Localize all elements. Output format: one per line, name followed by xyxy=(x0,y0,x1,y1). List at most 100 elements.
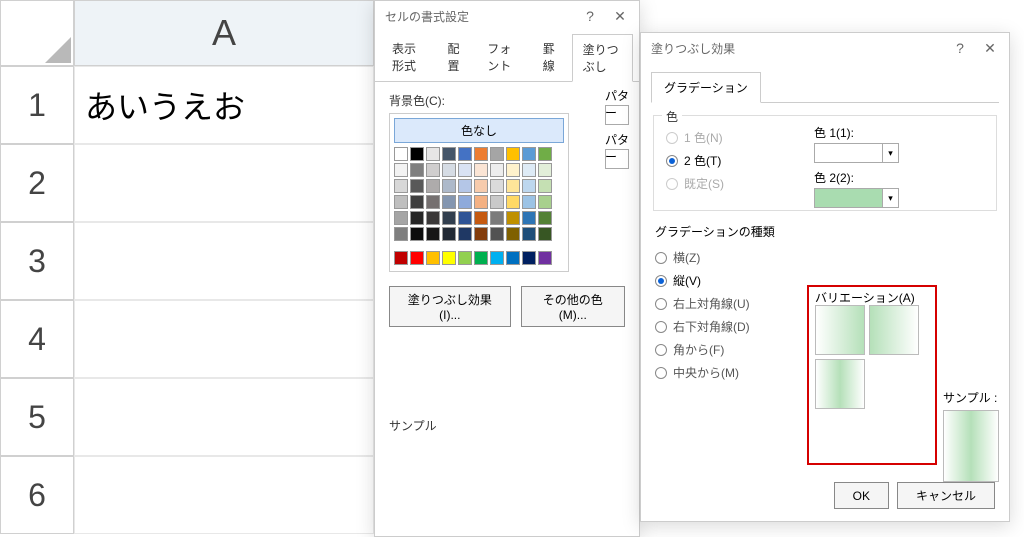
color-swatch[interactable] xyxy=(538,227,552,241)
color-swatch[interactable] xyxy=(426,227,440,241)
tab-align[interactable]: 配置 xyxy=(437,33,475,81)
color-swatch[interactable] xyxy=(506,195,520,209)
color-swatch[interactable] xyxy=(490,251,504,265)
color-swatch[interactable] xyxy=(490,211,504,225)
color-swatch[interactable] xyxy=(426,195,440,209)
color-swatch[interactable] xyxy=(426,147,440,161)
color-swatch[interactable] xyxy=(506,227,520,241)
color-swatch[interactable] xyxy=(490,179,504,193)
more-colors-button[interactable]: その他の色(M)... xyxy=(521,286,625,327)
cell-a2[interactable] xyxy=(74,144,374,222)
tab-font[interactable]: フォント xyxy=(476,33,530,81)
color-swatch[interactable] xyxy=(410,179,424,193)
color-swatch[interactable] xyxy=(394,163,408,177)
cell-a6[interactable] xyxy=(74,456,374,534)
color-swatch[interactable] xyxy=(394,195,408,209)
close-icon[interactable]: ✕ xyxy=(607,5,633,27)
close-icon[interactable]: ✕ xyxy=(977,37,1003,59)
color-swatch[interactable] xyxy=(442,251,456,265)
color-swatch[interactable] xyxy=(410,211,424,225)
color-swatch[interactable] xyxy=(458,195,472,209)
color-swatch[interactable] xyxy=(458,147,472,161)
color-swatch[interactable] xyxy=(426,163,440,177)
tab-number[interactable]: 表示形式 xyxy=(381,33,435,81)
color-swatch[interactable] xyxy=(506,163,520,177)
color-swatch[interactable] xyxy=(538,211,552,225)
color-swatch[interactable] xyxy=(538,179,552,193)
color-swatch[interactable] xyxy=(522,211,536,225)
color-swatch[interactable] xyxy=(458,179,472,193)
tab-fill[interactable]: 塗りつぶし xyxy=(572,34,633,82)
radio-gradient-type[interactable]: 横(Z) xyxy=(655,246,995,269)
color-swatch[interactable] xyxy=(410,195,424,209)
cell-a5[interactable] xyxy=(74,378,374,456)
color-swatch[interactable] xyxy=(442,147,456,161)
row-header-2[interactable]: 2 xyxy=(0,144,74,222)
color-swatch[interactable] xyxy=(490,195,504,209)
color-swatch[interactable] xyxy=(394,211,408,225)
no-color-button[interactable]: 色なし xyxy=(394,118,564,143)
cancel-button[interactable]: キャンセル xyxy=(897,482,995,509)
color-swatch[interactable] xyxy=(410,251,424,265)
color-swatch[interactable] xyxy=(410,147,424,161)
column-header-a[interactable]: A xyxy=(74,0,374,66)
tab-border[interactable]: 罫線 xyxy=(532,33,570,81)
color-swatch[interactable] xyxy=(474,195,488,209)
color-swatch[interactable] xyxy=(522,195,536,209)
fill-effects-button[interactable]: 塗りつぶし効果(I)... xyxy=(389,286,511,327)
ok-button[interactable]: OK xyxy=(834,482,889,509)
color-swatch[interactable] xyxy=(506,251,520,265)
color-swatch[interactable] xyxy=(458,227,472,241)
color-swatch[interactable] xyxy=(442,163,456,177)
color-swatch[interactable] xyxy=(410,163,424,177)
tab-gradient[interactable]: グラデーション xyxy=(651,72,761,103)
color-swatch[interactable] xyxy=(426,251,440,265)
cell-a4[interactable] xyxy=(74,300,374,378)
row-header-5[interactable]: 5 xyxy=(0,378,74,456)
pattern-style-dropdown[interactable] xyxy=(605,149,629,169)
color-swatch[interactable] xyxy=(458,163,472,177)
color-swatch[interactable] xyxy=(506,147,520,161)
color-swatch[interactable] xyxy=(394,179,408,193)
color1-dropdown[interactable]: ▾ xyxy=(814,143,899,163)
color-swatch[interactable] xyxy=(538,163,552,177)
variation-1[interactable] xyxy=(815,305,865,355)
cell-a3[interactable] xyxy=(74,222,374,300)
color-swatch[interactable] xyxy=(506,211,520,225)
variation-2[interactable] xyxy=(869,305,919,355)
color-swatch[interactable] xyxy=(394,227,408,241)
help-button[interactable]: ? xyxy=(947,37,973,59)
pattern-color-dropdown[interactable] xyxy=(605,105,629,125)
row-header-6[interactable]: 6 xyxy=(0,456,74,534)
color-swatch[interactable] xyxy=(506,179,520,193)
color-swatch[interactable] xyxy=(458,251,472,265)
select-all-triangle[interactable] xyxy=(0,0,74,66)
color-swatch[interactable] xyxy=(426,179,440,193)
color-swatch[interactable] xyxy=(442,211,456,225)
color-swatch[interactable] xyxy=(474,211,488,225)
color-swatch[interactable] xyxy=(538,195,552,209)
color-swatch[interactable] xyxy=(442,195,456,209)
color-swatch[interactable] xyxy=(410,227,424,241)
row-header-4[interactable]: 4 xyxy=(0,300,74,378)
color-swatch[interactable] xyxy=(522,179,536,193)
row-header-1[interactable]: 1 xyxy=(0,66,74,144)
color-swatch[interactable] xyxy=(394,251,408,265)
color-swatch[interactable] xyxy=(394,147,408,161)
color-swatch[interactable] xyxy=(442,179,456,193)
color-swatch[interactable] xyxy=(490,147,504,161)
color-swatch[interactable] xyxy=(490,227,504,241)
help-button[interactable]: ? xyxy=(577,5,603,27)
color2-dropdown[interactable]: ▾ xyxy=(814,188,899,208)
color-swatch[interactable] xyxy=(474,251,488,265)
cell-a1[interactable]: あいうえお xyxy=(74,66,374,144)
color-swatch[interactable] xyxy=(522,163,536,177)
color-swatch[interactable] xyxy=(458,211,472,225)
color-swatch[interactable] xyxy=(474,227,488,241)
color-swatch[interactable] xyxy=(474,147,488,161)
color-swatch[interactable] xyxy=(474,179,488,193)
color-swatch[interactable] xyxy=(538,147,552,161)
color-swatch[interactable] xyxy=(442,227,456,241)
color-swatch[interactable] xyxy=(522,251,536,265)
color-swatch[interactable] xyxy=(538,251,552,265)
